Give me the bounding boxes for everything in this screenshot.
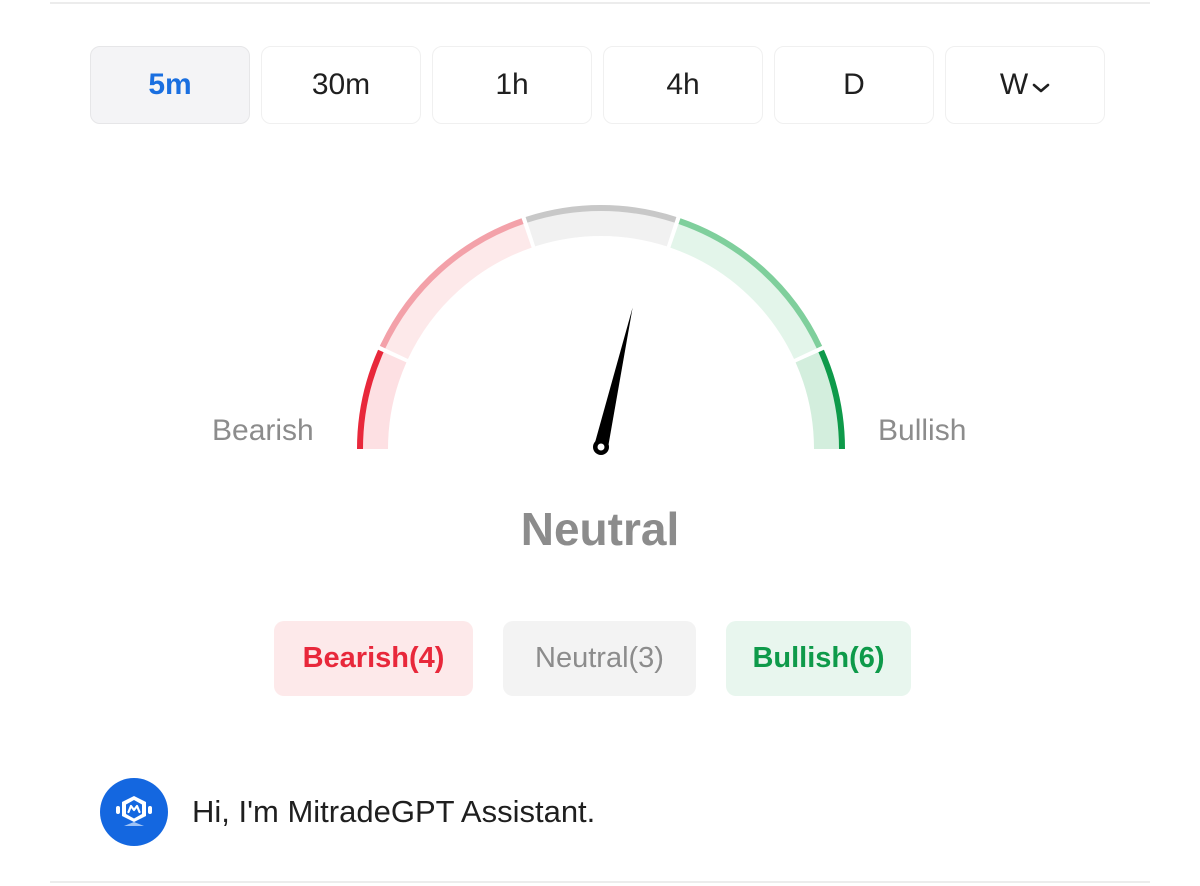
gauge-right-label: Bullish (878, 414, 967, 447)
tab-w-dropdown[interactable]: W (945, 46, 1105, 124)
gauge-needle-hub (593, 439, 609, 455)
gauge-needle-hub-center (597, 443, 605, 451)
tab-d[interactable]: D (774, 46, 934, 124)
gauge-segment-strong-bullish (818, 349, 845, 450)
sentiment-gauge (0, 0, 1200, 886)
tab-label: 1h (495, 68, 529, 101)
top-divider (50, 2, 1150, 4)
gauge-left-label: Bearish (212, 414, 314, 447)
bottom-divider (50, 881, 1150, 883)
tab-label: 4h (666, 68, 700, 101)
gauge-segment-strong-bearish (357, 349, 384, 450)
tab-label: 5m (148, 68, 192, 101)
gauge-segment-bearish (379, 218, 524, 349)
tab-5m[interactable]: 5m (90, 46, 250, 124)
tab-label: D (843, 68, 865, 101)
tab-label: W (999, 68, 1029, 101)
gauge-segment-neutral-band (525, 206, 677, 247)
timeframe-tabs: 5m 30m 1h 4h D W (90, 46, 1105, 124)
gauge-segment-bearish-band (380, 219, 532, 360)
tab-label: 30m (311, 68, 371, 101)
sentiment-reading: Neutral (520, 503, 680, 555)
assistant-logo-icon[interactable] (100, 778, 168, 846)
gauge-segment-neutral (525, 205, 677, 223)
tab-30m[interactable]: 30m (261, 46, 421, 124)
gauge-svg (357, 205, 845, 455)
neutral-count-badge: Neutral(3) (503, 621, 696, 696)
bearish-count-badge: Bearish(4) (274, 621, 473, 696)
chevron-down-icon (1032, 68, 1050, 102)
gauge-segment-strong-bullish-band (795, 350, 844, 450)
gauge-needle (594, 307, 633, 449)
assistant-prompt[interactable]: Hi, I'm MitradeGPT Assistant. (100, 778, 595, 846)
sentiment-counts: Bearish(4) Neutral(3) Bullish(6) (274, 621, 911, 696)
bullish-count-badge: Bullish(6) (726, 621, 911, 696)
gauge-segment-strong-bearish-band (358, 350, 407, 450)
gauge-segment-bullish (678, 218, 823, 349)
assistant-message: Hi, I'm MitradeGPT Assistant. (192, 794, 596, 829)
gauge-segment-bullish-band (670, 219, 822, 360)
tab-4h[interactable]: 4h (603, 46, 763, 124)
tab-1h[interactable]: 1h (432, 46, 592, 124)
